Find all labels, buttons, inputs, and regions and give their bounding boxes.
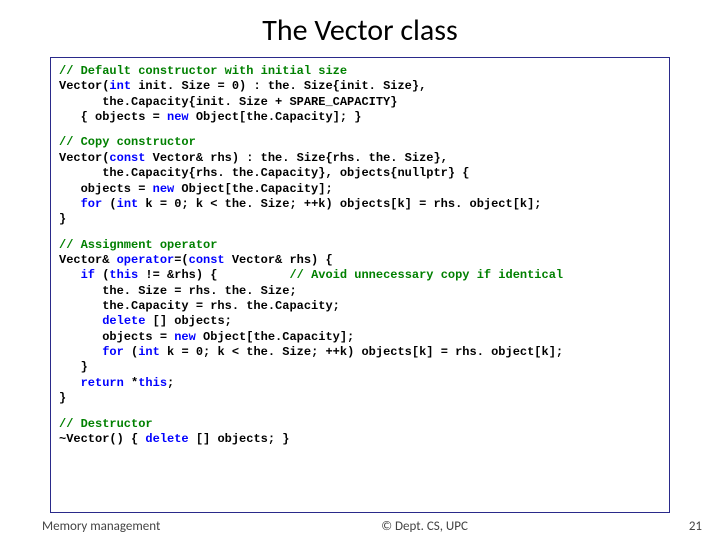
- code-text: Vector& rhs) : the. Size{rhs. the. Size}…: [145, 151, 447, 165]
- code-block-default-ctor: // Default constructor with initial size…: [59, 64, 661, 125]
- code-keyword: const: [189, 253, 225, 267]
- code-comment: // Avoid unnecessary copy if identical: [289, 268, 563, 282]
- code-block-assignment: // Assignment operator Vector& operator=…: [59, 238, 661, 407]
- code-text: the. Size = rhs. the. Size;: [59, 284, 297, 298]
- code-text: the.Capacity{init. Size + SPARE_CAPACITY…: [59, 95, 397, 109]
- code-text: =(: [174, 253, 188, 267]
- code-keyword: int: [117, 197, 139, 211]
- code-text: [59, 345, 102, 359]
- code-text: *: [124, 376, 138, 390]
- code-text: k = 0; k < the. Size; ++k) objects[k] = …: [138, 197, 541, 211]
- code-text: Object[the.Capacity];: [174, 182, 332, 196]
- code-keyword: int: [109, 79, 131, 93]
- code-text: the.Capacity{rhs. the.Capacity}, objects…: [59, 166, 469, 180]
- code-text: (: [102, 197, 116, 211]
- code-text: k = 0; k < the. Size; ++k) objects[k] = …: [160, 345, 563, 359]
- code-text: Object[the.Capacity]; }: [189, 110, 362, 124]
- code-comment: // Assignment operator: [59, 238, 217, 252]
- code-keyword: new: [167, 110, 189, 124]
- code-text: ~Vector() {: [59, 432, 145, 446]
- code-keyword: this: [109, 268, 138, 282]
- code-keyword: new: [153, 182, 175, 196]
- code-keyword: new: [174, 330, 196, 344]
- code-keyword: int: [138, 345, 160, 359]
- slide-footer: Memory management © Dept. CS, UPC 21: [0, 513, 720, 540]
- code-keyword: for: [81, 197, 103, 211]
- code-text: }: [59, 391, 66, 405]
- code-text: [] objects; }: [189, 432, 290, 446]
- footer-center: © Dept. CS, UPC: [381, 519, 468, 534]
- code-box: // Default constructor with initial size…: [50, 57, 670, 513]
- code-block-destructor: // Destructor ~Vector() { delete [] obje…: [59, 417, 661, 448]
- code-keyword: operator: [117, 253, 175, 267]
- code-text: the.Capacity = rhs. the.Capacity;: [59, 299, 340, 313]
- code-keyword: if: [81, 268, 95, 282]
- code-text: init. Size = 0) : the. Size{init. Size},: [131, 79, 426, 93]
- code-text: ;: [167, 376, 174, 390]
- code-keyword: return: [81, 376, 124, 390]
- code-keyword: delete: [145, 432, 188, 446]
- code-text: objects =: [59, 182, 153, 196]
- code-comment: // Copy constructor: [59, 135, 196, 149]
- code-text: Vector(: [59, 151, 109, 165]
- footer-left: Memory management: [42, 519, 160, 534]
- code-text: [59, 197, 81, 211]
- code-text: (: [95, 268, 109, 282]
- code-text: }: [59, 360, 88, 374]
- code-keyword: const: [109, 151, 145, 165]
- code-text: objects =: [59, 330, 174, 344]
- code-block-copy-ctor: // Copy constructor Vector(const Vector&…: [59, 135, 661, 227]
- code-comment: // Default constructor with initial size: [59, 64, 347, 78]
- page-number: 21: [689, 519, 702, 534]
- code-text: Vector& rhs) {: [225, 253, 333, 267]
- code-comment: // Destructor: [59, 417, 153, 431]
- code-text: [59, 268, 81, 282]
- code-text: Vector(: [59, 79, 109, 93]
- slide-title: The Vector class: [0, 0, 720, 53]
- code-text: != &rhs) {: [138, 268, 289, 282]
- code-text: { objects =: [59, 110, 167, 124]
- code-keyword: this: [138, 376, 167, 390]
- code-text: [59, 314, 102, 328]
- code-keyword: for: [102, 345, 124, 359]
- code-keyword: delete: [102, 314, 145, 328]
- code-text: Vector&: [59, 253, 117, 267]
- code-text: [] objects;: [145, 314, 231, 328]
- code-text: Object[the.Capacity];: [196, 330, 354, 344]
- code-text: (: [124, 345, 138, 359]
- code-text: [59, 376, 81, 390]
- code-text: }: [59, 212, 66, 226]
